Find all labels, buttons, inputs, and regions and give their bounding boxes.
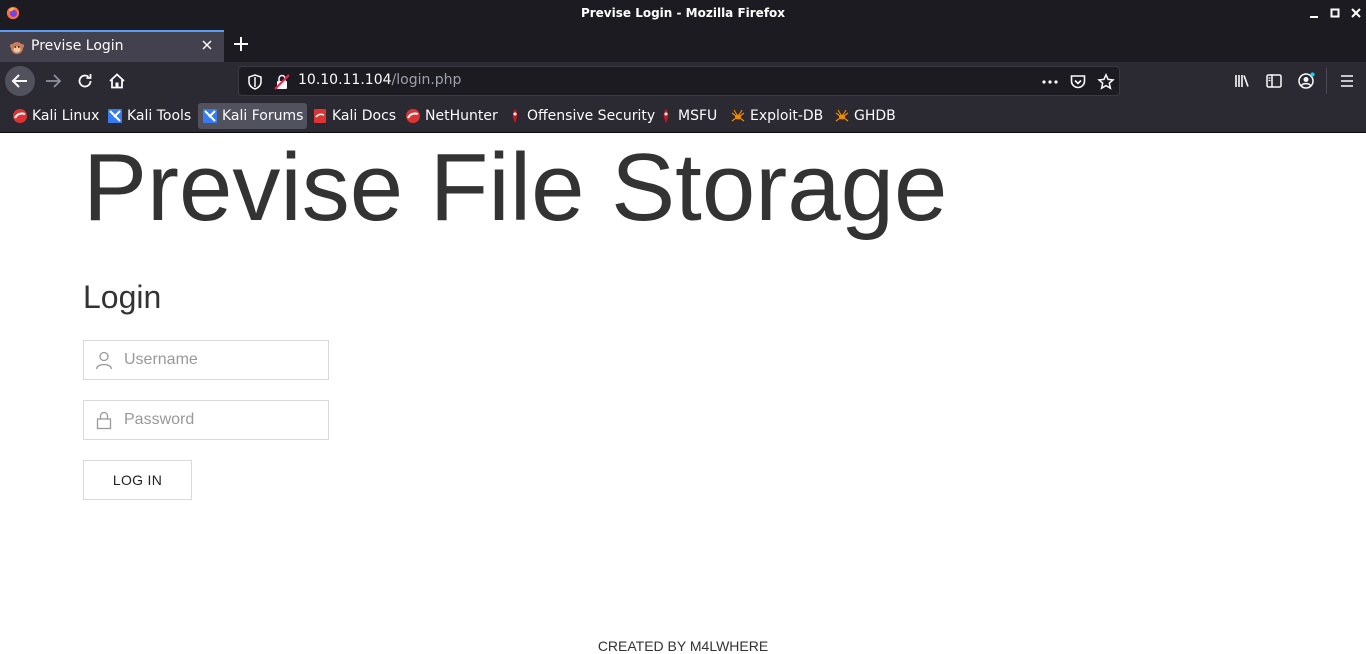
account-icon[interactable] xyxy=(1297,72,1315,90)
hamburger-menu-icon[interactable] xyxy=(1338,72,1356,90)
login-button[interactable]: LOG IN xyxy=(83,460,192,500)
tab-previse-login[interactable]: Previse Login xyxy=(0,30,224,62)
back-button[interactable] xyxy=(5,66,35,96)
lock-icon xyxy=(96,411,112,430)
url-path: /login.php xyxy=(391,72,462,88)
bookmark-label: Kali Docs xyxy=(332,108,397,124)
page-content: Previse File Storage Login LOG IN CREATE… xyxy=(0,133,1366,654)
bookmark-exploit-db[interactable]: Exploit-DB xyxy=(726,103,827,129)
exploit-db-spider-icon xyxy=(731,109,745,122)
maximize-icon xyxy=(1330,8,1340,18)
maximize-button[interactable] xyxy=(1327,5,1343,21)
kali-tools-icon xyxy=(108,109,122,123)
tab-label: Previse Login xyxy=(31,38,124,54)
kali-forums-icon xyxy=(203,109,217,123)
bookmark-star-icon[interactable] xyxy=(1097,73,1115,91)
minimize-button[interactable] xyxy=(1306,5,1322,21)
library-icon[interactable] xyxy=(1233,72,1251,90)
arrow-left-icon xyxy=(11,74,27,88)
close-window-button[interactable] xyxy=(1348,5,1364,21)
bookmark-kali-tools[interactable]: Kali Tools xyxy=(103,103,195,129)
bookmark-label: Kali Linux xyxy=(32,108,100,124)
bookmark-msfu[interactable]: MSFU xyxy=(654,103,721,129)
exploit-db-spider-icon xyxy=(835,109,849,122)
more-actions-icon[interactable] xyxy=(1041,73,1059,91)
footer-credit: CREATED BY M4LWHERE xyxy=(597,638,769,654)
login-heading: Login xyxy=(83,279,162,315)
bookmark-label: Exploit-DB xyxy=(750,108,824,124)
bookmark-label: Kali Tools xyxy=(127,108,192,124)
insecure-lock-icon[interactable] xyxy=(273,73,291,91)
bookmark-label: Offensive Security xyxy=(527,108,656,124)
home-icon xyxy=(109,73,125,89)
arrow-right-icon xyxy=(46,74,62,88)
bookmark-label: MSFU xyxy=(678,108,718,124)
kali-docs-icon xyxy=(314,109,326,123)
url-text[interactable]: 10.10.11.104/login.php xyxy=(298,72,461,88)
window-titlebar: Previse Login - Mozilla Firefox xyxy=(0,0,1366,28)
kali-dragon-icon xyxy=(13,109,27,123)
password-input[interactable] xyxy=(124,401,324,439)
new-tab-plus-icon[interactable] xyxy=(231,34,251,54)
bookmark-label: Kali Forums xyxy=(222,108,304,124)
password-field[interactable] xyxy=(83,400,329,440)
home-button[interactable] xyxy=(102,66,132,96)
site-title: Previse File Storage xyxy=(83,134,948,241)
window-title: Previse Login - Mozilla Firefox xyxy=(580,6,786,20)
reload-button[interactable] xyxy=(70,66,100,96)
monkey-favicon-icon xyxy=(10,42,24,54)
pocket-icon[interactable] xyxy=(1069,73,1087,91)
bookmark-label: GHDB xyxy=(854,108,896,124)
bookmark-kali-docs[interactable]: Kali Docs xyxy=(308,103,400,129)
url-host: 10.10.11.104 xyxy=(298,72,392,88)
bookmark-kali-forums[interactable]: Kali Forums xyxy=(198,103,308,129)
toolbar-separator xyxy=(1326,68,1327,94)
navigation-toolbar: 10.10.11.104/login.php xyxy=(0,62,1366,100)
kali-dragon-icon xyxy=(406,109,420,123)
bookmark-offensive-security[interactable]: Offensive Security xyxy=(503,103,659,129)
bookmark-kali-linux[interactable]: Kali Linux xyxy=(8,103,103,129)
user-icon xyxy=(95,351,113,370)
username-input[interactable] xyxy=(124,341,324,379)
bookmark-ghdb[interactable]: GHDB xyxy=(830,103,900,129)
close-tab-icon[interactable] xyxy=(200,38,214,52)
shield-icon[interactable] xyxy=(246,73,264,91)
forward-button[interactable] xyxy=(38,66,68,96)
sidebar-icon[interactable] xyxy=(1265,72,1283,90)
reload-icon xyxy=(78,74,92,88)
username-field[interactable] xyxy=(83,340,329,380)
bookmark-label: NetHunter xyxy=(425,108,498,124)
address-bar[interactable]: 10.10.11.104/login.php xyxy=(238,66,1120,96)
offsec-icon xyxy=(663,109,669,123)
tab-strip: Previse Login xyxy=(0,28,1366,62)
offsec-icon xyxy=(512,109,518,123)
close-icon xyxy=(1351,8,1361,18)
bookmark-nethunter[interactable]: NetHunter xyxy=(401,103,502,129)
minimize-icon xyxy=(1310,16,1318,18)
bookmarks-toolbar: Kali Linux Kali Tools Kali Forums Kali D… xyxy=(0,100,1366,133)
